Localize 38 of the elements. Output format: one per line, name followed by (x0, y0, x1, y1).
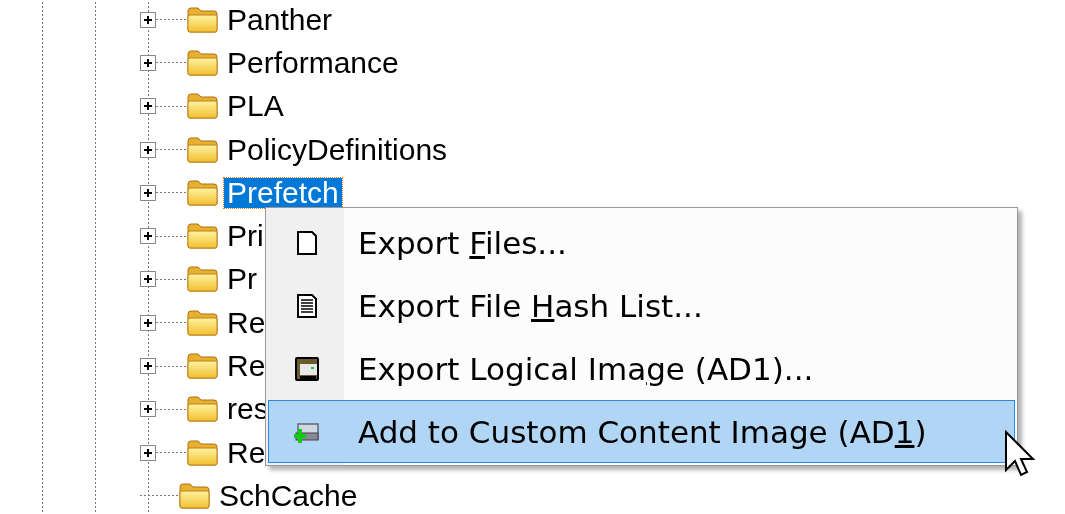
expand-icon[interactable] (140, 271, 156, 288)
expand-icon[interactable] (140, 11, 156, 28)
folder-icon (186, 222, 219, 251)
folder-icon (186, 48, 219, 77)
expand-icon[interactable] (140, 358, 156, 374)
tree-item[interactable]: SchCache (216, 480, 361, 511)
folder-icon (186, 178, 219, 207)
tree-item[interactable]: Prefetch (224, 177, 342, 208)
tree-item[interactable]: PolicyDefinitions (224, 134, 451, 165)
folder-icon (186, 5, 219, 34)
folder-icon (186, 352, 219, 380)
folder-icon (186, 135, 219, 164)
folder-icon (186, 92, 219, 121)
expand-icon[interactable] (140, 401, 156, 418)
folder-icon (186, 395, 219, 424)
tree-item[interactable]: Re (224, 307, 269, 338)
tree-item[interactable]: PLA (224, 91, 287, 122)
menu-item[interactable]: Export File Hash List... (268, 274, 1015, 337)
tree-item[interactable]: Performance (224, 47, 402, 78)
expand-icon[interactable] (140, 228, 156, 245)
tree-item[interactable]: Re (224, 351, 269, 381)
folder-icon (186, 308, 219, 337)
expand-icon[interactable] (140, 98, 156, 115)
expand-icon[interactable] (140, 141, 156, 158)
tree-item[interactable]: Panther (224, 4, 336, 35)
tree-item[interactable]: Pr (224, 264, 260, 295)
tree-item[interactable]: Pri (224, 221, 267, 252)
folder-icon (178, 481, 211, 510)
menu-item[interactable]: Export Files... (268, 211, 1015, 274)
expand-icon[interactable] (140, 184, 156, 201)
menu-item[interactable]: Export Logical Image (AD1)... (268, 337, 1015, 400)
expand-icon[interactable] (140, 444, 156, 461)
folder-icon (186, 265, 219, 294)
menu-item[interactable]: Add to Custom Content Image (AD1) (268, 400, 1015, 463)
expand-icon[interactable] (140, 314, 156, 331)
tree-item[interactable]: Re (224, 437, 269, 468)
folder-icon (186, 438, 219, 467)
expand-icon[interactable] (140, 54, 156, 71)
